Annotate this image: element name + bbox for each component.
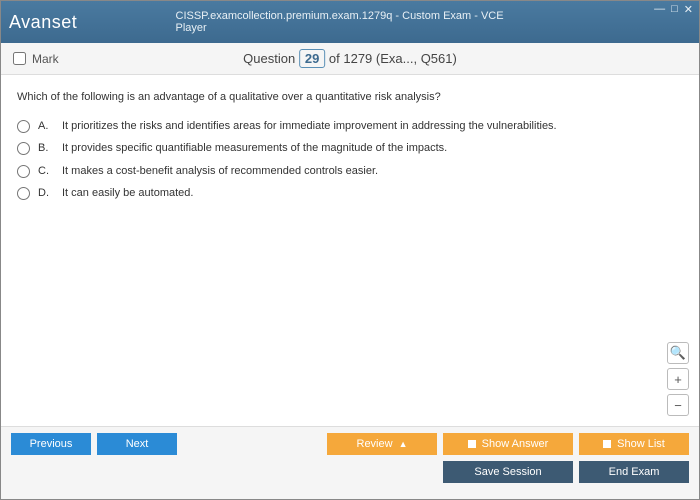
square-icon	[603, 440, 611, 448]
option-letter: A.	[38, 118, 54, 135]
option-d[interactable]: D. It can easily be automated.	[17, 185, 683, 202]
question-label: Question	[243, 51, 295, 66]
zoom-in-icon[interactable]: +	[667, 368, 689, 390]
close-icon[interactable]: ✕	[684, 3, 693, 16]
previous-button[interactable]: Previous	[11, 433, 91, 455]
option-text: It can easily be automated.	[62, 185, 193, 202]
maximize-icon[interactable]: □	[671, 3, 678, 16]
option-text: It prioritizes the risks and identifies …	[62, 118, 557, 135]
question-counter: Question 29 of 1279 (Exa..., Q561)	[243, 51, 457, 66]
zoom-reset-icon[interactable]: 🔍	[667, 342, 689, 364]
option-letter: C.	[38, 163, 54, 180]
option-letter: B.	[38, 140, 54, 157]
footer-row-2: Save Session End Exam	[11, 461, 689, 483]
next-button[interactable]: Next	[97, 433, 177, 455]
mark-label: Mark	[32, 52, 59, 66]
square-icon	[468, 440, 476, 448]
zoom-controls: 🔍 + −	[667, 342, 689, 416]
review-label: Review	[357, 438, 393, 450]
radio-d[interactable]	[17, 187, 30, 200]
review-button[interactable]: Review ▲	[327, 433, 437, 455]
radio-c[interactable]	[17, 165, 30, 178]
option-text: It provides specific quantifiable measur…	[62, 140, 447, 157]
radio-b[interactable]	[17, 142, 30, 155]
option-letter: D.	[38, 185, 54, 202]
app-logo: Avanset	[9, 12, 77, 33]
question-text: Which of the following is an advantage o…	[17, 89, 683, 106]
mark-checkbox-row[interactable]: Mark	[13, 52, 59, 66]
footer-row-1: Previous Next Review ▲ Show Answer Show …	[11, 433, 689, 455]
question-of-text: of 1279 (Exa..., Q561)	[325, 51, 457, 66]
window-title: CISSP.examcollection.premium.exam.1279q …	[176, 10, 525, 34]
footer: Previous Next Review ▲ Show Answer Show …	[1, 426, 699, 499]
option-a[interactable]: A. It prioritizes the risks and identifi…	[17, 118, 683, 135]
show-list-button[interactable]: Show List	[579, 433, 689, 455]
chevron-up-icon: ▲	[399, 439, 408, 449]
option-b[interactable]: B. It provides specific quantifiable mea…	[17, 140, 683, 157]
show-answer-label: Show Answer	[482, 438, 549, 450]
show-list-label: Show List	[617, 438, 665, 450]
question-number-box: 29	[299, 49, 325, 68]
content-area: Which of the following is an advantage o…	[1, 75, 699, 426]
options-list: A. It prioritizes the risks and identifi…	[17, 118, 683, 202]
logo-part2: set	[52, 12, 78, 32]
option-text: It makes a cost-benefit analysis of reco…	[62, 163, 378, 180]
radio-a[interactable]	[17, 120, 30, 133]
titlebar: Avanset CISSP.examcollection.premium.exa…	[1, 1, 699, 43]
window-controls: — □ ✕	[654, 3, 693, 16]
logo-part1: Avan	[9, 12, 52, 32]
end-exam-button[interactable]: End Exam	[579, 461, 689, 483]
show-answer-button[interactable]: Show Answer	[443, 433, 573, 455]
minimize-icon[interactable]: —	[654, 3, 665, 16]
save-session-button[interactable]: Save Session	[443, 461, 573, 483]
mark-checkbox[interactable]	[13, 52, 26, 65]
option-c[interactable]: C. It makes a cost-benefit analysis of r…	[17, 163, 683, 180]
zoom-out-icon[interactable]: −	[667, 394, 689, 416]
question-header: Mark Question 29 of 1279 (Exa..., Q561)	[1, 43, 699, 75]
